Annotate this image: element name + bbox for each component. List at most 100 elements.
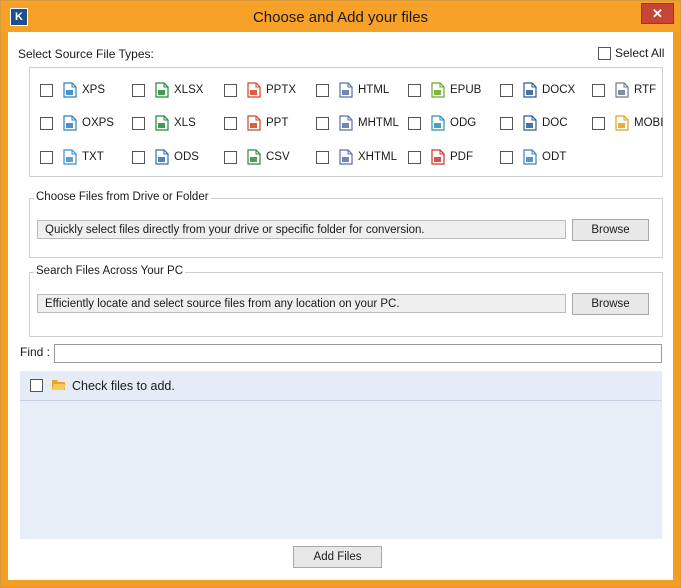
file-type-checkbox[interactable] [408, 116, 421, 130]
file-type-option-mobi[interactable]: MOBI [592, 114, 663, 132]
tree-root-label: Check files to add. [72, 379, 175, 393]
file-type-option-xls[interactable]: XLS [132, 114, 196, 132]
html-code-icon [339, 82, 353, 98]
file-type-option-mhtml[interactable]: MHTML [316, 114, 399, 132]
drive-group-title: Choose Files from Drive or Folder [34, 191, 211, 203]
select-all-option[interactable]: Select All [598, 46, 664, 60]
file-type-option-odg[interactable]: ODG [408, 114, 476, 132]
select-all-checkbox[interactable] [598, 46, 611, 60]
powerpoint-icon [247, 115, 261, 131]
file-type-checkbox[interactable] [500, 83, 513, 97]
file-type-checkbox[interactable] [500, 150, 513, 164]
search-pc-group: Search Files Across Your PC Efficiently … [29, 265, 663, 337]
file-type-label: XLSX [174, 84, 204, 96]
file-type-label: XPS [82, 84, 106, 96]
file-type-option-csv[interactable]: CSV [224, 148, 290, 166]
dialog-body: Select Source File Types: Select All XPS… [8, 32, 673, 580]
file-type-checkbox[interactable] [40, 116, 53, 130]
file-type-checkbox[interactable] [224, 83, 237, 97]
file-type-option-rtf[interactable]: RTF [592, 81, 656, 99]
add-files-button[interactable]: Add Files [293, 546, 382, 568]
find-input[interactable] [54, 344, 662, 363]
file-type-checkbox[interactable] [132, 83, 145, 97]
file-type-option-oxps[interactable]: OXPS [40, 114, 114, 132]
file-type-checkbox[interactable] [40, 150, 53, 164]
file-type-option-epub[interactable]: EPUB [408, 81, 481, 99]
oxps-icon [63, 115, 77, 131]
file-type-option-ppt[interactable]: PPT [224, 114, 288, 132]
file-types-panel: XPS XLSX PPTX HTML EPUB DOCX RTF OXPS XLS PPT MHTM… [29, 67, 663, 177]
file-type-option-html[interactable]: HTML [316, 81, 389, 99]
file-type-checkbox[interactable] [408, 150, 421, 164]
text-icon [63, 149, 77, 165]
file-type-option-doc[interactable]: DOC [500, 114, 568, 132]
drive-description-box: Quickly select files directly from your … [37, 220, 566, 239]
file-type-checkbox[interactable] [224, 150, 237, 164]
close-button[interactable]: ✕ [641, 3, 674, 24]
file-type-checkbox[interactable] [592, 83, 605, 97]
file-type-label: TXT [82, 151, 104, 163]
find-label: Find : [20, 345, 51, 359]
file-types-label: Select Source File Types: [18, 47, 154, 61]
word-icon [523, 115, 537, 131]
tree-root-checkbox[interactable] [30, 379, 43, 392]
file-type-option-ods[interactable]: ODS [132, 148, 199, 166]
file-type-checkbox[interactable] [500, 116, 513, 130]
file-type-option-txt[interactable]: TXT [40, 148, 104, 166]
file-type-label: ODS [174, 151, 199, 163]
file-type-option-docx[interactable]: DOCX [500, 81, 575, 99]
powerpoint-icon [247, 82, 261, 98]
xps-icon [63, 82, 77, 98]
file-type-label: ODT [542, 151, 567, 163]
search-description-box: Efficiently locate and select source fil… [37, 294, 566, 313]
file-type-checkbox[interactable] [316, 83, 329, 97]
tree-root-item[interactable]: Check files to add. [20, 371, 662, 401]
file-type-checkbox[interactable] [132, 150, 145, 164]
file-type-checkbox[interactable] [132, 116, 145, 130]
file-type-option-xps[interactable]: XPS [40, 81, 105, 99]
file-type-checkbox[interactable] [408, 83, 421, 97]
search-group-title: Search Files Across Your PC [34, 265, 186, 277]
csv-icon [247, 149, 261, 165]
window-title: Choose and Add your files [252, 9, 429, 26]
excel-icon [155, 115, 169, 131]
file-type-checkbox[interactable] [592, 116, 605, 130]
folder-open-icon [51, 378, 67, 395]
file-type-label: MOBI [634, 117, 664, 129]
file-type-label: XHTML [358, 151, 397, 163]
file-type-label: PPTX [266, 84, 297, 96]
file-type-option-pptx[interactable]: PPTX [224, 81, 296, 99]
file-type-label: ODG [450, 117, 477, 129]
file-type-label: RTF [634, 84, 657, 96]
file-tree-panel[interactable]: Check files to add. [20, 371, 662, 539]
file-type-label: DOCX [542, 84, 576, 96]
ods-icon [155, 149, 169, 165]
file-type-label: XLS [174, 117, 196, 129]
pdf-icon [431, 149, 445, 165]
file-type-label: OXPS [82, 117, 114, 129]
file-type-option-pdf[interactable]: PDF [408, 148, 473, 166]
file-type-checkbox[interactable] [316, 150, 329, 164]
search-browse-button[interactable]: Browse [572, 293, 649, 315]
odt-icon [523, 149, 537, 165]
rtf-icon [615, 82, 629, 98]
file-type-label: EPUB [450, 84, 482, 96]
xhtml-code-icon [339, 149, 353, 165]
mhtml-code-icon [339, 115, 353, 131]
file-type-checkbox[interactable] [224, 116, 237, 130]
file-type-label: HTML [358, 84, 390, 96]
drive-browse-button[interactable]: Browse [572, 219, 649, 241]
file-type-label: DOC [542, 117, 568, 129]
file-type-checkbox[interactable] [40, 83, 53, 97]
file-type-checkbox[interactable] [316, 116, 329, 130]
file-type-option-xlsx[interactable]: XLSX [132, 81, 203, 99]
title-bar[interactable]: K Choose and Add your files ✕ [1, 1, 680, 32]
file-type-option-xhtml[interactable]: XHTML [316, 148, 397, 166]
dialog-window: K Choose and Add your files ✕ Select Sou… [0, 0, 681, 588]
mobi-icon [615, 115, 629, 131]
epub-icon [431, 82, 445, 98]
file-type-label: MHTML [358, 117, 399, 129]
select-all-label: Select All [615, 46, 665, 60]
file-type-option-odt[interactable]: ODT [500, 148, 566, 166]
file-type-label: PDF [450, 151, 473, 163]
